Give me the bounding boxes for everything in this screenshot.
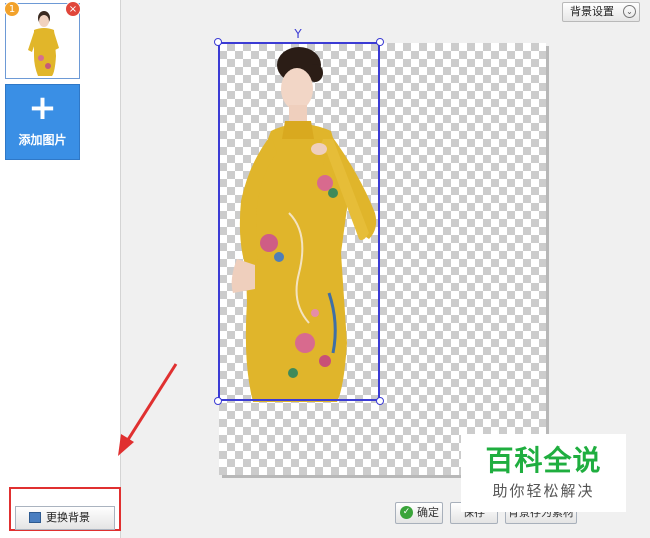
chevron-down-icon: ⌄ [623,5,636,18]
resize-handle-top-left[interactable] [214,38,222,46]
resize-handle-bottom-right[interactable] [376,397,384,405]
resize-handle-top-right[interactable] [376,38,384,46]
replace-background-label: 更换背景 [46,511,90,524]
resize-handle-bottom-left[interactable] [214,397,222,405]
replace-background-button[interactable]: 更换背景 [15,506,115,530]
thumbnail-model-image [8,6,77,76]
background-settings-label: 背景设置 [570,5,614,18]
thumbnail-index-badge: 1 [4,1,20,17]
background-settings-dropdown[interactable]: 背景设置 ⌄ [562,2,640,22]
image-thumbnail[interactable]: 1 × [4,1,81,79]
add-image-button[interactable]: + 添加图片 [5,84,80,160]
rotate-handle-icon[interactable]: Y [292,28,304,42]
sidebar: 1 × + 添加图片 [0,0,121,538]
plus-icon: + [28,88,57,128]
image-icon [29,512,41,523]
checkmark-icon: ✓ [400,506,413,519]
watermark-title: 百科全说 [485,444,602,477]
confirm-button[interactable]: ✓ 确定 [395,502,443,524]
annotation-arrow [118,363,178,456]
watermark: 百科全说 助你轻松解决 [461,434,626,512]
close-icon[interactable]: × [65,1,81,17]
selection-box[interactable] [218,42,380,401]
watermark-subtitle: 助你轻松解决 [492,482,595,500]
add-image-label: 添加图片 [18,133,67,147]
confirm-label: 确定 [417,506,439,519]
